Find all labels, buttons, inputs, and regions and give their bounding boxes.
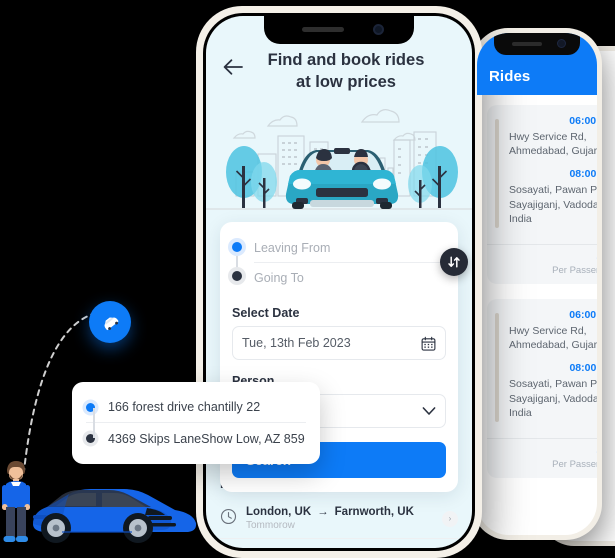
recent-ride-to: Farnworth, UK — [334, 506, 414, 518]
person-illustration — [2, 461, 30, 542]
suggestion-item[interactable]: 166 forest drive chantilly 22 — [86, 392, 306, 423]
tree-icon — [408, 145, 458, 208]
recent-ride-when: Tommorow — [246, 520, 295, 531]
suggestion-connector — [93, 408, 95, 438]
ride-price-note: Per Passenger — [552, 264, 597, 276]
suggestion-item[interactable]: 4369 Skips LaneShow Low, AZ 859 — [86, 423, 306, 454]
ride-card[interactable]: 06:00 AM Hwy Service Rd, Ahmedabad, Guja… — [487, 105, 597, 284]
front-camera-icon — [557, 39, 566, 48]
phone-mockup-main: Find and book rides at low prices Leavin… — [196, 6, 482, 558]
location-group: Leaving From Going To — [232, 234, 468, 292]
calendar-icon — [421, 336, 436, 351]
phone-bezel: Find and book rides at low prices Leavin… — [203, 13, 475, 551]
back-button[interactable] — [220, 54, 246, 80]
pickup-address: Hwy Service Rd, Ahmedabad, Gujarat — [509, 325, 597, 352]
main-phone-screen: Find and book rides at low prices Leavin… — [206, 16, 472, 548]
person-and-car-illustration — [2, 461, 197, 543]
hero-illustration — [206, 102, 472, 230]
swap-vertical-icon — [448, 256, 460, 268]
route-rail — [495, 313, 499, 422]
clock-icon — [220, 546, 237, 548]
right-phone-title: Rides — [489, 68, 531, 85]
tree-icon — [226, 145, 277, 208]
clock-icon — [220, 508, 237, 530]
phone-notch-right — [494, 33, 580, 55]
arrow-right-icon: → — [317, 506, 329, 518]
leaving-from-input[interactable]: Leaving From — [254, 234, 446, 263]
chevron-down-icon — [422, 407, 436, 415]
date-value: Tue, 13th Feb 2023 — [242, 336, 351, 350]
going-to-input[interactable]: Going To — [254, 263, 446, 292]
ride-drop-leg: 08:00 PM Sosayati, Pawan Park Sayajiganj… — [509, 168, 597, 226]
origin-dot-icon — [232, 242, 242, 252]
recent-ride-row[interactable]: London, UK → Farnworth, UK Tommorow › — [220, 499, 458, 539]
route-rail — [495, 119, 499, 228]
drop-time: 08:00 PM — [569, 362, 597, 375]
ride-card-body: 06:00 AM Hwy Service Rd, Ahmedabad, Guja… — [487, 105, 597, 244]
suggestion-text: 4369 Skips LaneShow Low, AZ 859 — [108, 431, 305, 446]
page-title-line2: at low prices — [296, 72, 396, 91]
date-field[interactable]: Tue, 13th Feb 2023 — [232, 326, 446, 360]
select-date-label: Select Date — [232, 306, 300, 320]
car-map-pin[interactable] — [89, 301, 131, 343]
recent-ride-detail: London, UK → Farnworth, UK Tommorow — [246, 506, 433, 531]
phone-notch-main — [264, 16, 414, 44]
ride-pickup-leg: 06:00 AM Hwy Service Rd, Ahmedabad, Guja… — [509, 115, 597, 158]
speaker-icon — [302, 27, 344, 32]
arrow-left-icon — [223, 59, 243, 75]
drop-time: 08:00 PM — [569, 168, 597, 181]
recent-ride-from: London, UK — [246, 506, 312, 518]
page-title-line1: Find and book rides — [267, 51, 425, 69]
suggestion-text: 166 forest drive chantilly 22 — [108, 400, 261, 414]
pickup-address: Hwy Service Rd, Ahmedabad, Gujarat — [509, 131, 597, 158]
composition-stage: Rides 06:00 AM Hwy Service Rd, Ahmedabad… — [0, 0, 615, 558]
swap-locations-button[interactable] — [440, 248, 468, 276]
pickup-time: 06:00 AM — [569, 115, 597, 127]
ride-pickup-leg: 06:00 AM Hwy Service Rd, Ahmedabad, Guja… — [509, 309, 597, 352]
recent-ride-row[interactable]: London, UK → Farnworth, UK › — [220, 539, 458, 548]
car-side-illustration — [33, 489, 197, 543]
city-car-illustration — [206, 108, 472, 210]
phone-mockup-right: Rides 06:00 AM Hwy Service Rd, Ahmedabad… — [472, 28, 602, 540]
ride-card-footer: $50 Per Passenger — [487, 437, 598, 478]
page-title: Find and book rides at low prices — [254, 50, 458, 94]
ride-price: $50 — [497, 251, 598, 263]
ride-price-note: Per Passenger — [552, 458, 597, 470]
drop-address: Sosayati, Pawan Park Sayajiganj, Vadodar… — [509, 378, 597, 419]
speaker-icon — [512, 42, 542, 46]
car-front-illustration — [285, 147, 399, 209]
right-phone-screen: Rides 06:00 AM Hwy Service Rd, Ahmedabad… — [477, 33, 597, 535]
ride-drop-leg: 08:00 PM Sosayati, Pawan Park Sayajiganj… — [509, 362, 597, 420]
car-pin-icon — [104, 317, 118, 330]
drop-address: Sosayati, Pawan Park Sayajiganj, Vadodar… — [509, 184, 597, 225]
ride-price: $50 — [497, 445, 598, 457]
recent-ride-route: London, UK → Farnworth, UK — [246, 506, 433, 518]
destination-dot-icon — [232, 271, 242, 281]
pickup-time: 06:00 AM — [569, 309, 597, 321]
front-camera-icon — [373, 24, 384, 35]
chevron-right-icon[interactable]: › — [442, 510, 458, 527]
ride-card-body: 06:00 AM Hwy Service Rd, Ahmedabad, Guja… — [487, 299, 597, 438]
ride-card-footer: $50 Per Passenger — [487, 243, 598, 284]
ride-card[interactable]: 06:00 AM Hwy Service Rd, Ahmedabad, Guja… — [487, 299, 597, 478]
